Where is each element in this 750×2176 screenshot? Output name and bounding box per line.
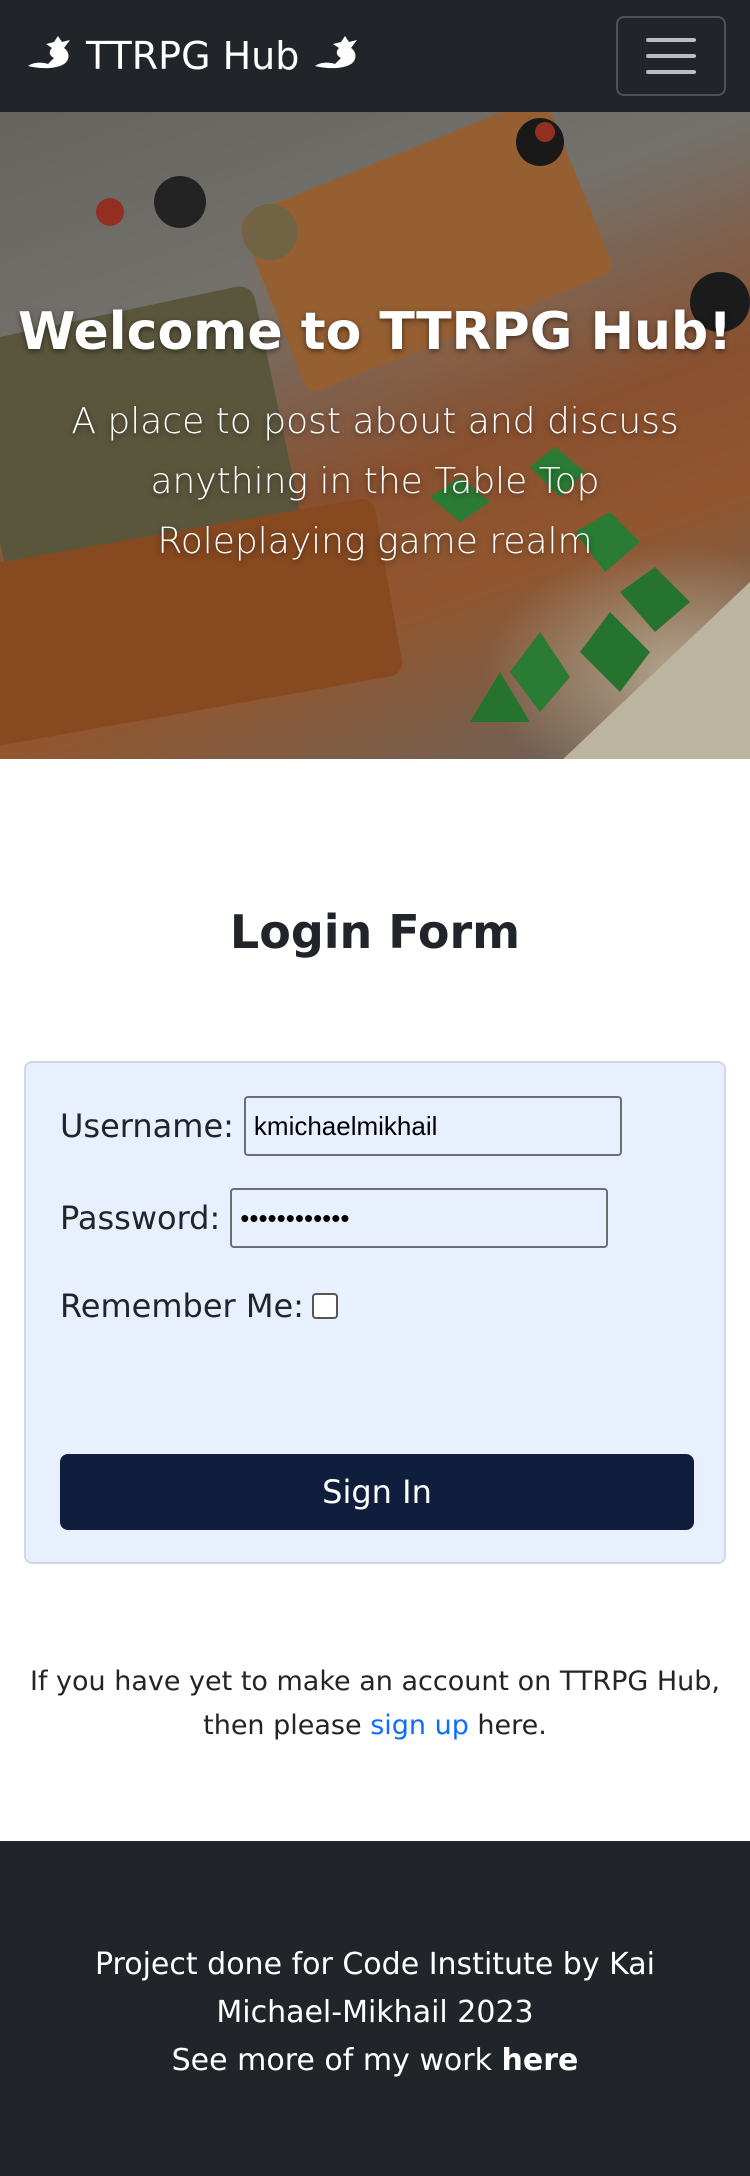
- hero-subtitle: A place to post about and discuss anythi…: [71, 401, 679, 562]
- hero-banner: Welcome to TTRPG Hub! A place to post ab…: [0, 112, 750, 759]
- remember-me-checkbox[interactable]: [311, 1293, 338, 1319]
- login-heading: Login Form: [229, 905, 521, 959]
- password-input[interactable]: [230, 1188, 609, 1248]
- password-label: Password:: [60, 1199, 221, 1237]
- hero-title: Welcome to TTRPG Hub!: [18, 302, 732, 362]
- password-row: Password:: [60, 1188, 609, 1248]
- username-input[interactable]: [243, 1096, 622, 1156]
- footer: Project done for Code Institute by Kai M…: [0, 1841, 750, 2176]
- hamburger-menu-icon: [646, 38, 696, 42]
- username-row: Username:: [60, 1096, 622, 1156]
- dragon-icon: [24, 32, 74, 81]
- signup-prompt: If you have yet to make an account on TT…: [29, 1666, 721, 1741]
- dragon-icon: [311, 32, 361, 81]
- sign-in-button[interactable]: Sign In: [60, 1454, 694, 1530]
- remember-me-label: Remember Me:: [60, 1287, 304, 1325]
- sign-up-link[interactable]: sign up: [370, 1710, 469, 1741]
- username-label: Username:: [60, 1107, 234, 1145]
- footer-credit: Project done for Code Institute by Kai M…: [94, 1947, 656, 2030]
- navbar-toggler-button[interactable]: [616, 16, 726, 96]
- portfolio-link[interactable]: here: [501, 2043, 578, 2078]
- brand-link[interactable]: TTRPG Hub: [24, 32, 361, 81]
- brand-text: TTRPG Hub: [86, 34, 300, 78]
- remember-me-row: Remember Me:: [60, 1287, 338, 1325]
- footer-more-work: See more of my work here: [171, 2043, 579, 2078]
- login-form: Username: Password: Remember Me: Sign In: [24, 1061, 726, 1564]
- navbar: TTRPG Hub: [0, 0, 750, 112]
